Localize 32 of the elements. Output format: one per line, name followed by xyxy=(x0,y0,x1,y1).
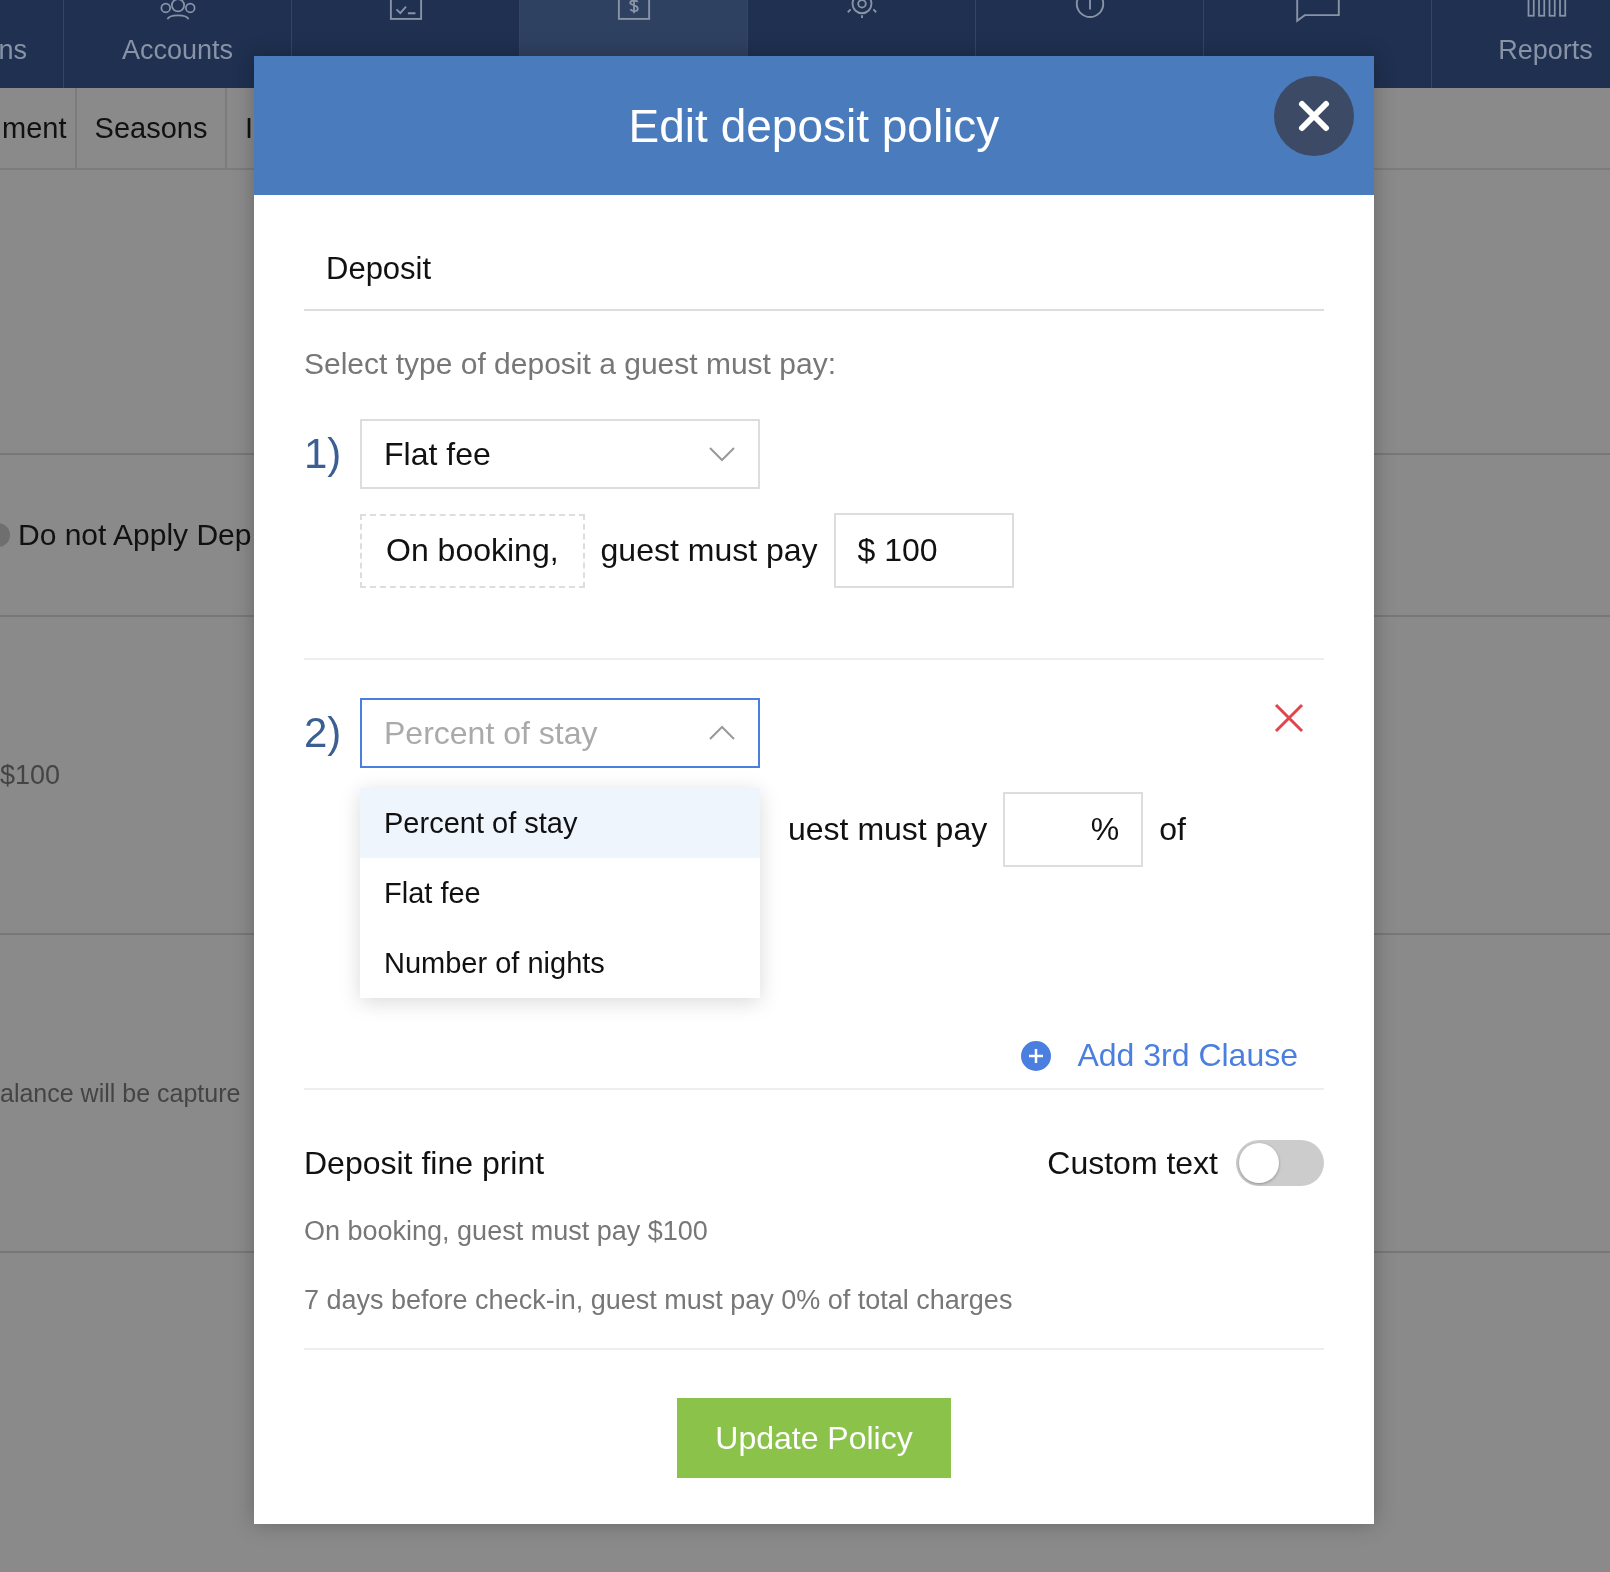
remove-clause-button[interactable] xyxy=(1274,703,1304,733)
type-dropdown[interactable]: Flat fee xyxy=(360,419,760,489)
menu-item[interactable]: Number of nights xyxy=(360,928,760,998)
toggle-label: Custom text xyxy=(1047,1144,1218,1182)
clause-text: of xyxy=(1159,811,1186,848)
dialog-title: Edit deposit policy xyxy=(628,98,1000,153)
section-title: Deposit fine print xyxy=(304,1144,545,1182)
amount-field[interactable]: $ 100 xyxy=(833,513,1014,588)
menu-item[interactable]: Flat fee xyxy=(360,858,760,928)
menu-item[interactable]: Percent of stay xyxy=(360,788,760,858)
fine-print-text: 7 days before check-in, guest must pay 0% of total charges xyxy=(304,1285,1014,1316)
timing-dropdown[interactable]: On booking, xyxy=(360,513,585,588)
clause-number: 1) xyxy=(304,430,343,478)
clause-text: uest must pay xyxy=(788,811,988,848)
plus-icon xyxy=(1021,1040,1052,1071)
clause-text: guest must pay xyxy=(600,532,818,569)
chevron-down-icon xyxy=(708,446,736,462)
sub-nav-tab[interactable]: Seasons xyxy=(77,88,227,168)
amount-field[interactable]: % xyxy=(1003,792,1144,867)
deposit-tab[interactable]: Deposit xyxy=(326,251,1324,287)
close-icon xyxy=(1297,99,1331,133)
clause-number: 2) xyxy=(304,709,343,757)
chevron-up-icon xyxy=(708,725,736,741)
sub-nav-tab[interactable]: ment xyxy=(0,88,77,168)
policy-note: alance will be capture xyxy=(0,1078,241,1108)
add-clause-link[interactable]: Add 3rd Clause xyxy=(1021,1037,1298,1074)
toggle-switch[interactable] xyxy=(1236,1140,1324,1186)
close-icon xyxy=(1274,703,1304,733)
prompt-text: Select type of deposit a guest must pay: xyxy=(304,347,837,381)
radio-label: Do not Apply Dep xyxy=(18,518,252,552)
deposit-amount: $100 xyxy=(0,759,61,791)
fine-print-text: On booking, guest must pay $100 xyxy=(304,1216,709,1247)
